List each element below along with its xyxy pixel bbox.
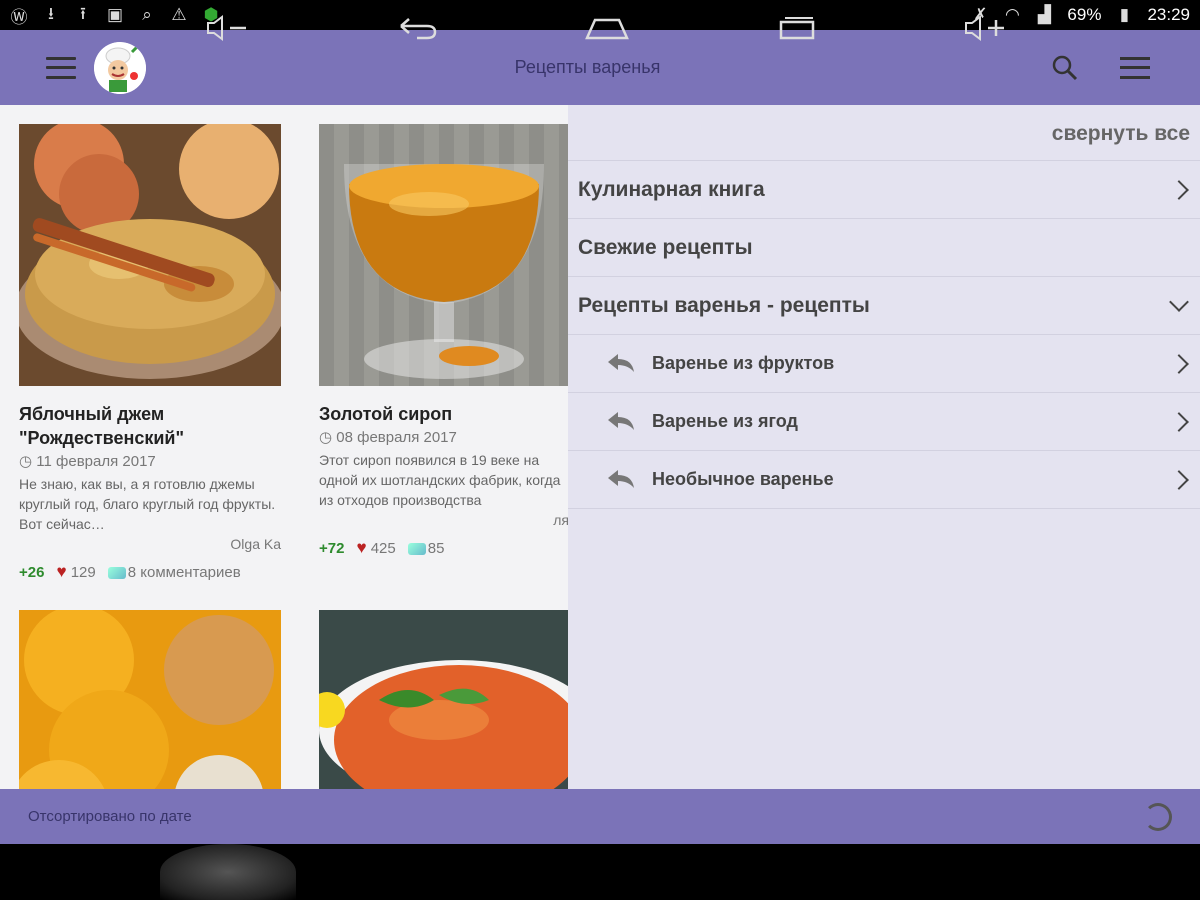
- comments[interactable]: 85: [407, 540, 444, 557]
- likes[interactable]: ♥ 129: [56, 562, 95, 582]
- recent-apps-icon[interactable]: [757, 0, 837, 56]
- page-title: Рецепты варенья: [514, 57, 661, 77]
- recipe-image-pumpkin-jam[interactable]: [319, 610, 569, 789]
- battery-percent: 69%: [1067, 5, 1102, 24]
- drawer-subitem-unusual-jam[interactable]: Необычное варенье: [568, 451, 1200, 509]
- chef-logo-icon: [94, 41, 146, 94]
- signal-icon: ▟: [1037, 5, 1051, 24]
- chevron-right-icon: [1169, 179, 1189, 200]
- chevron-right-icon: [1169, 469, 1189, 490]
- overflow-menu-button[interactable]: [1120, 56, 1150, 79]
- volume-up-icon[interactable]: [946, 0, 1026, 56]
- reply-arrow-icon: [606, 352, 636, 376]
- recipe-card[interactable]: Золотой сироп ◷ 08 февраля 2017 Этот сир…: [319, 124, 569, 558]
- drawer-subitem-berry-jam[interactable]: Варенье из ягод: [568, 393, 1200, 451]
- refresh-icon[interactable]: [1144, 802, 1172, 831]
- back-icon[interactable]: [377, 0, 457, 56]
- drawer-item-label: Рецепты варенья - рецепты: [578, 293, 870, 317]
- recipe-card[interactable]: [19, 610, 281, 789]
- home-icon[interactable]: [567, 0, 647, 56]
- wordpress-icon: Ⓦ: [10, 7, 28, 27]
- recipe-card[interactable]: Яблочный джем "Рождественский" ◷ 11 февр…: [19, 124, 281, 582]
- reply-arrow-icon: [606, 410, 636, 434]
- recipe-image-golden-syrup[interactable]: [319, 124, 569, 386]
- drawer-subitem-label: Варенье из фруктов: [652, 353, 835, 373]
- likes[interactable]: ♥ 425: [356, 538, 395, 558]
- drawer-subitem-label: Необычное варенье: [652, 469, 834, 489]
- recipe-date: ◷ 11 февраля 2017: [19, 453, 156, 470]
- recipe-card[interactable]: [319, 610, 569, 789]
- rating-count: +26: [19, 563, 45, 581]
- reply-arrow-icon: [606, 468, 636, 492]
- sort-bar: Отсортировано по дате: [0, 789, 1200, 844]
- drawer-item-cookbook[interactable]: Кулинарная книга: [568, 161, 1200, 219]
- drawer-subitem-fruit-jam[interactable]: Варенье из фруктов: [568, 335, 1200, 393]
- drawer-item-label: Свежие рецепты: [578, 235, 753, 259]
- recipe-stats: +72 ♥ 425 85: [319, 538, 569, 558]
- warning-icon: ⚠: [171, 5, 187, 24]
- volume-down-highlight: [160, 844, 296, 900]
- clock: 23:29: [1147, 5, 1190, 24]
- recipe-date: ◷ 08 февраля 2017: [319, 429, 457, 446]
- comment-icon: [107, 566, 126, 579]
- recipe-description: Этот сироп появился в 19 веке на одной и…: [319, 452, 561, 508]
- drawer-subitem-label: Варенье из ягод: [652, 411, 798, 431]
- search-notification-icon: ⌕: [142, 5, 152, 24]
- image-icon: ▣: [106, 5, 124, 24]
- collapse-all-button[interactable]: свернуть все: [568, 105, 1200, 161]
- comment-icon: [407, 542, 426, 555]
- drawer-item-label: Кулинарная книга: [578, 177, 765, 201]
- chevron-down-icon: [1169, 291, 1189, 312]
- rating-count: +72: [319, 539, 345, 557]
- comments[interactable]: 8 комментариев: [107, 564, 241, 581]
- drawer-item-jam-recipes[interactable]: Рецепты варенья - рецепты: [568, 277, 1200, 335]
- volume-down-icon[interactable]: [188, 0, 268, 56]
- recipe-image-apple-jam[interactable]: [19, 124, 281, 386]
- download-icon: ⭳: [48, 3, 54, 23]
- sort-label[interactable]: Отсортировано по дате: [28, 808, 192, 825]
- heart-icon: ♥: [56, 562, 67, 581]
- upload-icon: ⭱: [80, 3, 86, 23]
- recipe-stats: +26 ♥ 129 8 комментариев: [19, 562, 281, 582]
- recipe-description: Не знаю, как вы, а я готовлю джемы кругл…: [19, 476, 276, 532]
- recipe-author[interactable]: ля: [319, 512, 569, 528]
- search-icon[interactable]: [1050, 53, 1080, 83]
- battery-icon: ▮: [1119, 5, 1130, 24]
- heart-icon: ♥: [356, 538, 367, 557]
- chevron-right-icon: [1169, 411, 1189, 432]
- drawer-item-fresh-recipes[interactable]: Свежие рецепты: [568, 219, 1200, 277]
- chevron-right-icon: [1169, 353, 1189, 374]
- recipe-image-orange-jam[interactable]: [19, 610, 281, 789]
- category-drawer: свернуть все Кулинарная книга Свежие рец…: [568, 105, 1200, 789]
- navigation-menu-button[interactable]: [46, 56, 76, 79]
- recipe-title[interactable]: Яблочный джем "Рождественский": [19, 402, 281, 450]
- clock-icon: ◷: [19, 453, 37, 470]
- recipe-author[interactable]: Olga Ka: [19, 536, 281, 552]
- recipe-title[interactable]: Золотой сироп: [319, 402, 569, 426]
- clock-icon: ◷: [319, 429, 337, 446]
